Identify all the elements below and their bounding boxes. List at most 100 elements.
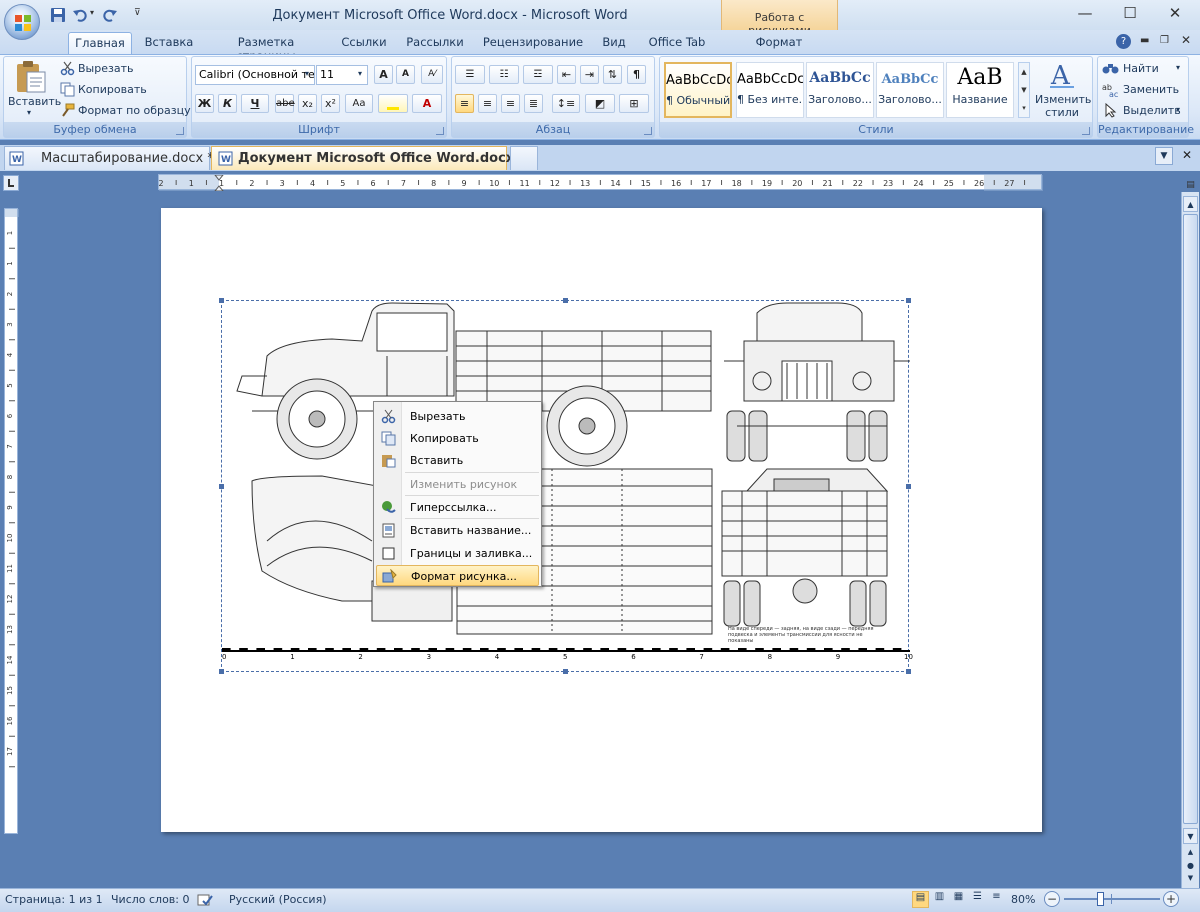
tab-references[interactable]: Ссылки bbox=[336, 32, 392, 54]
tab-home[interactable]: Главная bbox=[68, 32, 132, 54]
page-count[interactable]: Страница: 1 из 1 bbox=[5, 893, 103, 906]
resize-handle-nw[interactable] bbox=[219, 298, 224, 303]
grow-font-button[interactable]: A bbox=[374, 65, 393, 84]
close-doc-tab-icon[interactable]: ✕ bbox=[1178, 147, 1196, 165]
cut-button[interactable]: Вырезать bbox=[58, 60, 183, 78]
highlight-button[interactable] bbox=[378, 94, 408, 113]
menu-item-format-picture[interactable]: Формат рисунка... bbox=[376, 565, 539, 586]
styles-dialog-launcher-icon[interactable] bbox=[1082, 127, 1090, 135]
vertical-ruler[interactable]: 1 1 2 3 4 5 6 7 8 9 10 11 12 13 14 15 16 17 bbox=[4, 208, 19, 834]
new-tab-button[interactable] bbox=[510, 146, 538, 170]
zoom-in-icon[interactable]: + bbox=[1163, 891, 1179, 907]
font-name-combo[interactable]: Calibri (Основной те bbox=[195, 65, 315, 85]
numbering-button[interactable]: ☷ bbox=[489, 65, 519, 84]
menu-item-hyperlink[interactable]: Гиперссылка... bbox=[376, 497, 539, 518]
language[interactable]: Русский (Россия) bbox=[229, 893, 327, 906]
bullets-button[interactable]: ☰ bbox=[455, 65, 485, 84]
format-painter-button[interactable]: Формат по образцу bbox=[58, 102, 191, 120]
clipboard-dialog-launcher-icon[interactable] bbox=[176, 127, 184, 135]
resize-handle-ne[interactable] bbox=[906, 298, 911, 303]
doc-tab-active[interactable]: W Документ Microsoft Office Word.docx * bbox=[211, 146, 526, 170]
scroll-down-icon[interactable]: ▼ bbox=[1183, 828, 1198, 844]
sort-button[interactable]: ⇅ bbox=[603, 65, 622, 84]
tab-review[interactable]: Рецензирование bbox=[478, 32, 588, 54]
proofing-icon[interactable] bbox=[197, 893, 213, 907]
align-left-button[interactable]: ≡ bbox=[455, 94, 474, 113]
full-screen-reading-icon[interactable]: ▥ bbox=[931, 891, 948, 908]
tab-mailings[interactable]: Рассылки bbox=[402, 32, 468, 54]
justify-button[interactable]: ≣ bbox=[524, 94, 543, 113]
style-normal[interactable]: AaBbCcDc ¶ Обычный bbox=[664, 62, 732, 118]
tab-office-tab[interactable]: Office Tab bbox=[643, 32, 711, 54]
find-button[interactable]: Найти ▾ bbox=[1102, 60, 1186, 78]
web-layout-icon[interactable]: ▦ bbox=[950, 891, 967, 908]
tab-format[interactable]: Формат bbox=[748, 32, 810, 54]
maximize-button[interactable]: ☐ bbox=[1110, 4, 1150, 26]
multilevel-list-button[interactable]: ☲ bbox=[523, 65, 553, 84]
font-dialog-launcher-icon[interactable] bbox=[436, 127, 444, 135]
align-center-button[interactable]: ≡ bbox=[478, 94, 497, 113]
zoom-out-icon[interactable]: − bbox=[1044, 891, 1060, 907]
styles-scroll[interactable]: ▲ ▼ ▾ bbox=[1018, 62, 1030, 118]
align-right-button[interactable]: ≡ bbox=[501, 94, 520, 113]
resize-handle-s[interactable] bbox=[563, 669, 568, 674]
tab-view[interactable]: Вид bbox=[597, 32, 631, 54]
truck-blueprint-image[interactable]: На виде спереди — задняя, на виде сзади … bbox=[221, 300, 913, 672]
draft-icon[interactable]: ≡ bbox=[988, 891, 1005, 908]
font-color-button[interactable]: A bbox=[412, 94, 442, 113]
style-heading1[interactable]: AaBbCc Заголово... bbox=[806, 62, 874, 118]
paste-button[interactable]: Вставить ▾ bbox=[8, 58, 61, 120]
decrease-indent-button[interactable]: ⇤ bbox=[557, 65, 576, 84]
doc-tab-scaling[interactable]: W Масштабирование.docx * bbox=[4, 146, 214, 170]
font-size-dropdown-icon[interactable]: ▾ bbox=[358, 69, 362, 78]
resize-handle-w[interactable] bbox=[219, 484, 224, 489]
ribbon-restore-icon[interactable]: ❐ bbox=[1160, 35, 1169, 46]
close-button[interactable]: ✕ bbox=[1155, 4, 1195, 26]
select-button[interactable]: Выделить ▾ bbox=[1102, 102, 1186, 120]
minimize-button[interactable]: — bbox=[1065, 4, 1105, 26]
italic-button[interactable]: К bbox=[218, 94, 237, 113]
shrink-font-button[interactable]: A bbox=[396, 65, 415, 84]
style-title[interactable]: AaB Название bbox=[946, 62, 1014, 118]
ribbon-close-icon[interactable]: ✕ bbox=[1181, 33, 1191, 47]
zoom-slider-thumb[interactable] bbox=[1097, 892, 1105, 906]
paragraph-dialog-launcher-icon[interactable] bbox=[644, 127, 652, 135]
scroll-up-icon[interactable]: ▲ bbox=[1183, 196, 1198, 212]
resize-handle-sw[interactable] bbox=[219, 669, 224, 674]
outline-icon[interactable]: ☰ bbox=[969, 891, 986, 908]
print-layout-icon[interactable]: ▤ bbox=[912, 891, 929, 908]
style-heading2[interactable]: AaBbCc Заголово... bbox=[876, 62, 944, 118]
scrollbar-thumb[interactable] bbox=[1183, 214, 1198, 824]
zoom-slider[interactable] bbox=[1064, 892, 1160, 906]
font-name-dropdown-icon[interactable]: ▾ bbox=[305, 69, 309, 78]
clear-format-button[interactable]: A⁄ bbox=[421, 65, 443, 84]
strikethrough-button[interactable]: abe bbox=[275, 94, 295, 113]
tab-selector-icon[interactable] bbox=[3, 175, 19, 191]
borders-button[interactable]: ⊞ bbox=[619, 94, 649, 113]
browse-object-icon[interactable]: ● bbox=[1183, 861, 1198, 873]
style-no-spacing[interactable]: AaBbCcDc ¶ Без инте... bbox=[736, 62, 804, 118]
vertical-scrollbar[interactable]: ▤ ▲ ▼ ▲ ● ▼ bbox=[1181, 180, 1199, 888]
menu-item-borders-shading[interactable]: Границы и заливка... bbox=[376, 543, 539, 564]
shading-button[interactable]: ◩ bbox=[585, 94, 615, 113]
resize-handle-n[interactable] bbox=[563, 298, 568, 303]
show-marks-button[interactable]: ¶ bbox=[627, 65, 646, 84]
replace-button[interactable]: ab ac Заменить bbox=[1102, 81, 1186, 99]
increase-indent-button[interactable]: ⇥ bbox=[580, 65, 599, 84]
menu-item-cut[interactable]: Вырезать bbox=[376, 406, 539, 427]
tab-page-layout[interactable]: Разметка страницы bbox=[207, 32, 325, 63]
tab-insert[interactable]: Вставка bbox=[140, 32, 198, 54]
change-styles-button[interactable]: A Изменить стили bbox=[1035, 58, 1091, 120]
zoom-level[interactable]: 80% bbox=[1011, 893, 1035, 906]
superscript-button[interactable]: x² bbox=[321, 94, 340, 113]
bold-button[interactable]: Ж bbox=[195, 94, 214, 113]
menu-item-paste[interactable]: Вставить bbox=[376, 450, 539, 471]
menu-item-change-picture[interactable]: Изменить рисунок bbox=[376, 474, 539, 495]
horizontal-ruler[interactable]: 2 1 1 2 3 4 5 6 7 8 9 10 11 12 13 14 15 16 17 18 19 20 21 22 23 2… bbox=[158, 174, 1043, 191]
office-button[interactable] bbox=[4, 4, 40, 40]
tab-list-dropdown-icon[interactable]: ▼ bbox=[1155, 147, 1173, 165]
copy-button[interactable]: Копировать bbox=[58, 81, 183, 99]
menu-item-copy[interactable]: Копировать bbox=[376, 428, 539, 449]
resize-handle-e[interactable] bbox=[906, 484, 911, 489]
subscript-button[interactable]: x₂ bbox=[298, 94, 317, 113]
